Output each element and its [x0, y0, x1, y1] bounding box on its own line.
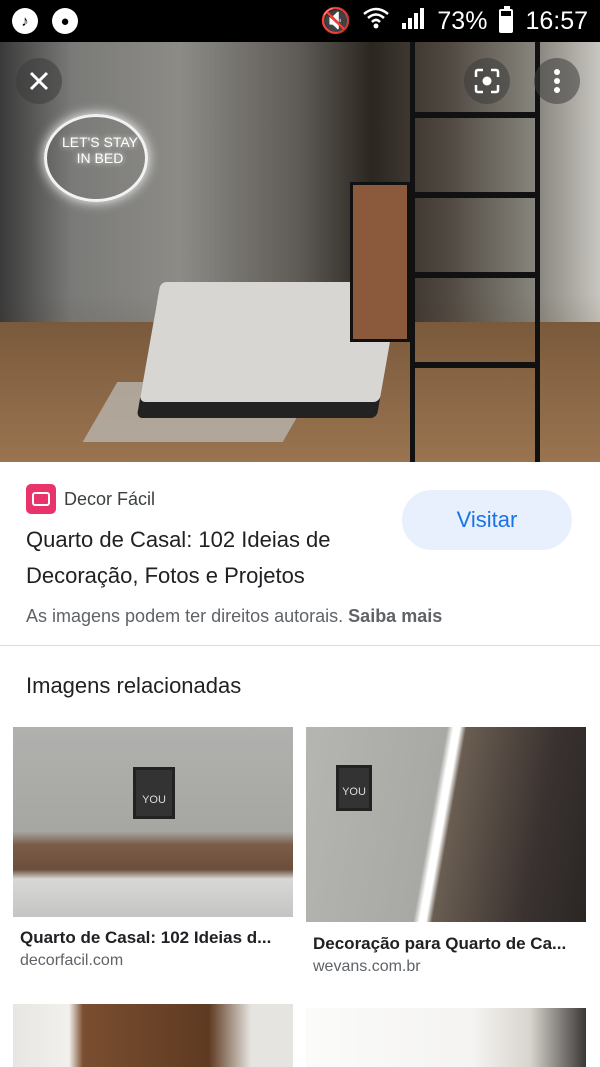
battery-level-fill — [501, 16, 512, 31]
copyright-notice: As imagens podem ter direitos autorais. … — [26, 606, 442, 627]
music-note-icon: ♪ — [12, 8, 38, 34]
related-domain-2: wevans.com.br — [313, 958, 421, 975]
neon-sign-text: LET'S STAY IN BED — [61, 134, 139, 166]
close-button[interactable] — [16, 58, 62, 104]
related-image-2[interactable]: YOU — [306, 727, 586, 922]
result-title[interactable]: Quarto de Casal: 102 Ideias de Decoração… — [26, 522, 386, 594]
related-caption-1[interactable]: Quarto de Casal: 102 Ideias d... — [20, 928, 286, 948]
source-row[interactable]: Decor Fácil — [26, 484, 155, 514]
notification-icon: ● — [52, 8, 78, 34]
clock: 16:57 — [525, 6, 588, 35]
more-options-button[interactable] — [534, 58, 580, 104]
status-bar: ♪ ● 🔇 73% 16:57 — [0, 0, 600, 42]
poster-text: YOU — [142, 794, 166, 806]
site-name: Decor Fácil — [64, 488, 156, 509]
wifi-icon — [363, 7, 390, 36]
poster-frame: YOU — [133, 767, 175, 819]
poster-text: YOU — [342, 786, 366, 798]
hero-shelf — [410, 42, 540, 462]
related-image-4[interactable] — [306, 1008, 586, 1067]
related-domain-1: decorfacil.com — [20, 952, 124, 969]
battery-icon — [499, 6, 514, 33]
result-info-panel: Decor Fácil Quarto de Casal: 102 Ideias … — [0, 462, 600, 646]
more-vert-icon — [554, 69, 560, 93]
learn-more-link[interactable]: Saiba mais — [348, 606, 442, 626]
poster-frame: YOU — [336, 765, 372, 811]
signal-icon — [401, 7, 425, 36]
battery-percent: 73% — [437, 6, 488, 35]
related-image-1[interactable]: YOU — [13, 727, 293, 917]
hero-bedroom-image[interactable]: LET'S STAY IN BED — [0, 42, 600, 462]
hero-window — [350, 182, 410, 342]
site-logo-icon — [26, 484, 56, 514]
close-icon — [29, 71, 49, 91]
copyright-text: As imagens podem ter direitos autorais. — [26, 606, 344, 626]
visit-button[interactable]: Visitar — [402, 490, 572, 550]
lens-icon — [474, 68, 500, 94]
lens-button[interactable] — [464, 58, 510, 104]
related-images-heading: Imagens relacionadas — [26, 673, 242, 698]
related-image-3[interactable] — [13, 1004, 293, 1067]
related-caption-2[interactable]: Decoração para Quarto de Ca... — [313, 934, 579, 954]
mute-icon: 🔇 — [320, 6, 352, 35]
